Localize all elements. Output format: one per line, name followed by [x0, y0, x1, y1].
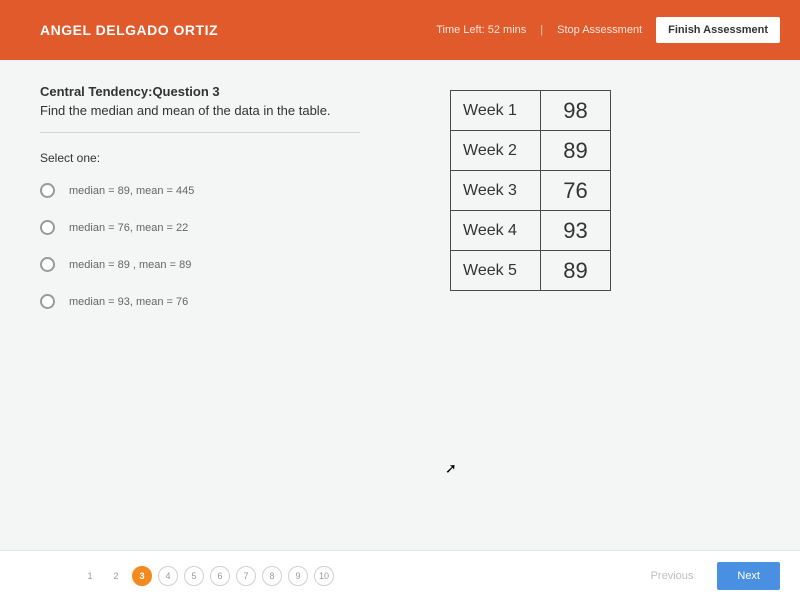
footer-bar: 1 2 3 4 5 6 7 8 9 10 Previous Next: [0, 550, 800, 600]
page-number-8[interactable]: 8: [262, 566, 282, 586]
table-row: Week 5 89: [451, 251, 611, 291]
page-number-7[interactable]: 7: [236, 566, 256, 586]
week-value: 93: [541, 211, 611, 251]
week-value: 89: [541, 251, 611, 291]
question-title: Central Tendency:Question 3: [40, 84, 420, 99]
content-area: Central Tendency:Question 3 Find the med…: [0, 60, 800, 550]
option-label: median = 89, mean = 445: [69, 185, 194, 197]
answer-option-4[interactable]: median = 93, mean = 76: [40, 294, 420, 309]
option-label: median = 89 , mean = 89: [69, 259, 191, 271]
week-label: Week 1: [451, 91, 541, 131]
page-number-2[interactable]: 2: [106, 566, 126, 586]
page-number-3[interactable]: 3: [132, 566, 152, 586]
radio-icon: [40, 294, 55, 309]
answer-option-1[interactable]: median = 89, mean = 445: [40, 183, 420, 198]
week-value: 89: [541, 131, 611, 171]
time-left-label: Time Left:: [436, 24, 488, 36]
week-label: Week 2: [451, 131, 541, 171]
answer-option-2[interactable]: median = 76, mean = 22: [40, 220, 420, 235]
page-number-4[interactable]: 4: [158, 566, 178, 586]
week-label: Week 5: [451, 251, 541, 291]
page-number-9[interactable]: 9: [288, 566, 308, 586]
page-number-1[interactable]: 1: [80, 566, 100, 586]
header-bar: ANGEL DELGADO ORTIZ Time Left: 52 mins |…: [0, 0, 800, 60]
week-value: 76: [541, 171, 611, 211]
next-button[interactable]: Next: [717, 562, 780, 590]
page-number-10[interactable]: 10: [314, 566, 334, 586]
week-label: Week 3: [451, 171, 541, 211]
question-panel: Central Tendency:Question 3 Find the med…: [40, 84, 420, 540]
radio-icon: [40, 220, 55, 235]
finish-assessment-button[interactable]: Finish Assessment: [656, 17, 780, 43]
table-row: Week 4 93: [451, 211, 611, 251]
question-prompt: Find the median and mean of the data in …: [40, 103, 420, 118]
select-one-label: Select one:: [40, 151, 420, 165]
week-label: Week 4: [451, 211, 541, 251]
week-value: 98: [541, 91, 611, 131]
data-table-panel: Week 1 98 Week 2 89 Week 3 76 Week 4 93 …: [450, 84, 611, 540]
radio-icon: [40, 183, 55, 198]
option-label: median = 76, mean = 22: [69, 222, 188, 234]
table-row: Week 1 98: [451, 91, 611, 131]
header-right: Time Left: 52 mins | Stop Assessment Fin…: [436, 17, 780, 43]
separator: [40, 132, 360, 133]
option-label: median = 93, mean = 76: [69, 296, 188, 308]
page-number-6[interactable]: 6: [210, 566, 230, 586]
table-row: Week 2 89: [451, 131, 611, 171]
table-row: Week 3 76: [451, 171, 611, 211]
app-viewport: ANGEL DELGADO ORTIZ Time Left: 52 mins |…: [0, 0, 800, 600]
question-pager: 1 2 3 4 5 6 7 8 9 10: [80, 566, 334, 586]
time-left: Time Left: 52 mins: [436, 24, 526, 36]
radio-icon: [40, 257, 55, 272]
data-table: Week 1 98 Week 2 89 Week 3 76 Week 4 93 …: [450, 90, 611, 291]
previous-button[interactable]: Previous: [637, 562, 708, 590]
header-divider: |: [540, 24, 543, 36]
time-left-value: 52 mins: [488, 24, 527, 36]
nav-buttons: Previous Next: [637, 562, 780, 590]
page-number-5[interactable]: 5: [184, 566, 204, 586]
stop-assessment-link[interactable]: Stop Assessment: [557, 24, 642, 36]
answer-option-3[interactable]: median = 89 , mean = 89: [40, 257, 420, 272]
student-name: ANGEL DELGADO ORTIZ: [40, 22, 218, 38]
